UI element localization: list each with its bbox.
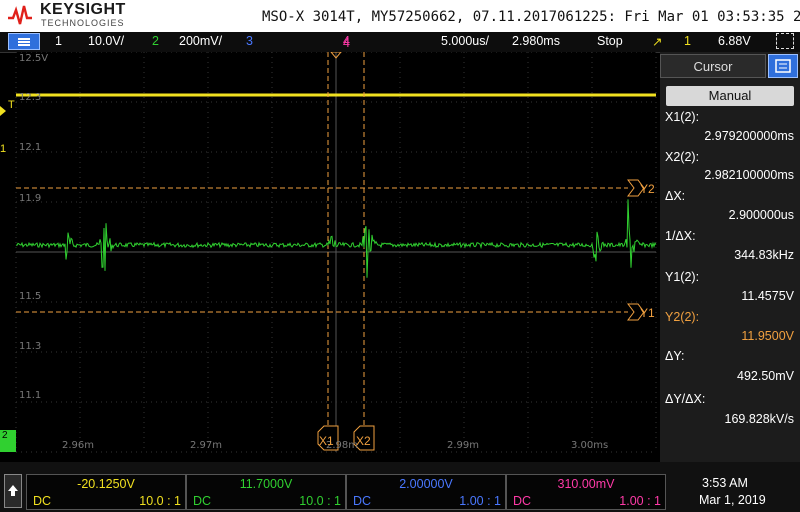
trigger-level-marker-icon[interactable] [0,106,6,116]
x2-label: X2(2): [665,150,700,164]
dydx-value: 169.828kV/s [724,412,795,426]
x-axis-label: 2.99m [447,440,480,451]
y-axis-label: 12.3 [19,92,42,103]
ch3-number[interactable]: 3 [246,34,253,48]
clock-time: 3:53 AM [702,476,748,490]
ch2-probe-ratio: 10.0 : 1 [299,494,341,508]
y1-label: Y1(2): [665,270,700,284]
y-axis-label: 12.1 [19,142,42,153]
timebase-delay[interactable]: 2.980ms [512,34,560,48]
dy-label: ΔY: [665,349,685,363]
ch3-probe-ratio: 1.00 : 1 [459,494,501,508]
ground-marker-label: 1 [0,143,7,155]
trigger-edge-icon: ↗ [652,35,663,49]
ch2-number[interactable]: 2 [152,34,159,48]
x1-value[interactable]: 2.979200000ms [704,129,794,143]
x-axis-label: 2.97m [190,440,223,451]
inv-dx-label: 1/ΔX: [665,229,696,243]
y2-marker-label: Y2 [640,182,655,196]
x2-value[interactable]: 2.982100000ms [704,168,794,182]
y2-label: Y2(2): [665,310,700,324]
x-axis-label: 3.00ms [571,440,609,451]
cursor-panel-title[interactable]: Cursor [660,54,766,78]
brand-name: KEYSIGHT [40,1,126,18]
menu-icon [18,38,30,40]
x1-label: X1(2): [665,110,700,124]
ch3-coupling: DC [353,494,372,508]
ch2-coupling: DC [193,494,212,508]
menu-icon [775,59,791,73]
menu-icon-line [18,41,30,43]
keysight-logo-icon [8,5,32,25]
y1-marker-label: Y1 [640,306,655,320]
home-button[interactable] [4,474,22,508]
y-axis-label: 11.1 [19,390,42,401]
up-arrow-icon [8,485,18,496]
ch2-offset: 11.7000V [239,477,293,491]
y-axis-label: 12.5V [19,53,49,64]
ch2-info-box[interactable]: 11.7000V DC 10.0 : 1 [186,474,346,510]
run-state[interactable]: Stop [597,34,623,48]
menu-icon-line [18,44,30,46]
timebase-scale[interactable]: 5.000us/ [441,34,489,48]
main-menu-button[interactable] [8,33,40,50]
brand-subtitle: TECHNOLOGIES [41,18,125,28]
device-title: MSO-X 3014T, MY57250662, 07.11.201706122… [262,9,800,25]
clock-date: Mar 1, 2019 [699,493,766,507]
x1-marker-label: X1 [319,434,334,448]
waveform-display[interactable] [0,52,660,462]
ch2-ground-label: 2 [2,430,8,441]
ch2-scale[interactable]: 200mV/ [179,34,222,48]
dx-value: 2.900000us [728,208,794,222]
y-axis-label: 11.9 [19,193,42,204]
y-axis-label: 11.3 [19,341,42,352]
trigger-level[interactable]: 6.88V [718,34,751,48]
ch4-top-marker: 4 [343,36,350,50]
y1-value[interactable]: 11.4575V [741,289,794,303]
dydx-label: ΔY/ΔX: [665,392,706,406]
ch1-info-box[interactable]: -20.1250V DC 10.0 : 1 [26,474,186,510]
x-axis-label: 2.96m [62,440,95,451]
ch1-coupling: DC [33,494,52,508]
ch1-probe-ratio: 10.0 : 1 [139,494,181,508]
y2-value[interactable]: 11.9500V [741,329,794,343]
trigger-marker-label: T [8,99,15,111]
ch1-number[interactable]: 1 [55,34,62,48]
dx-label: ΔX: [665,189,686,203]
ch3-info-box[interactable]: 2.00000V DC 1.00 : 1 [346,474,506,510]
ch3-offset: 2.00000V [399,477,453,491]
fullscreen-icon[interactable] [776,33,794,49]
y-axis-label: 11.5 [19,291,42,302]
panel-menu-button[interactable] [768,54,798,78]
dy-value: 492.50mV [737,369,794,383]
ch4-probe-ratio: 1.00 : 1 [619,494,661,508]
ch1-offset: -20.1250V [77,477,135,491]
ch1-scale[interactable]: 10.0V/ [88,34,124,48]
ch4-coupling: DC [513,494,532,508]
cursor-mode-button[interactable]: Manual [666,86,794,106]
inv-dx-value: 344.83kHz [734,248,794,262]
ch4-info-box[interactable]: 310.00mV DC 1.00 : 1 [506,474,666,510]
channel-bar: 1 10.0V/ 2 200mV/ 3 4 5.000us/ 2.980ms S… [0,32,800,53]
trigger-source[interactable]: 1 [684,34,691,48]
x2-marker-label: X2 [356,434,371,448]
ch4-offset: 310.00mV [557,477,615,491]
